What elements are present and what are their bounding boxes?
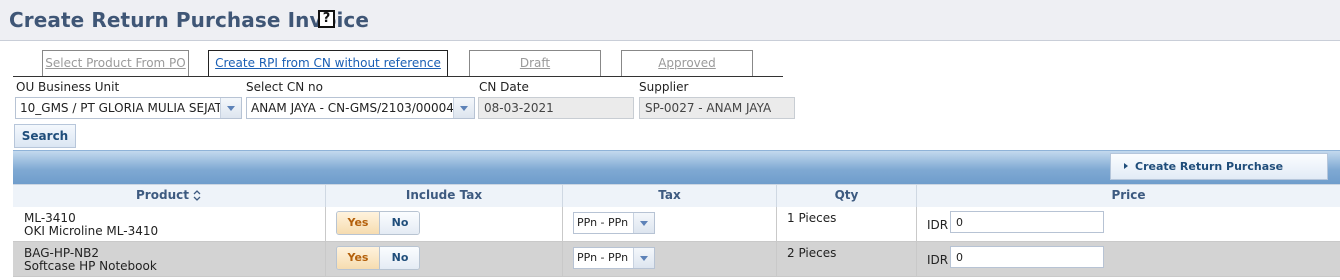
table-header: Product Include Tax Tax Qty Price xyxy=(13,184,1340,208)
price-input[interactable] xyxy=(950,211,1104,233)
page-header: Create Return Purchase Invoice ? xyxy=(0,0,1340,41)
search-button[interactable]: Search xyxy=(14,124,76,148)
cn-value: ANAM JAYA - CN-GMS/2103/00004 xyxy=(251,101,454,115)
include-tax-toggle[interactable]: Yes No xyxy=(336,246,420,270)
column-header-product[interactable]: Product xyxy=(13,185,326,207)
tabs-divider xyxy=(13,76,783,77)
tax-value: PPn - PPn xyxy=(577,216,629,229)
include-tax-cell: Yes No xyxy=(326,242,563,276)
cn-date-field: 08-03-2021 xyxy=(478,97,634,119)
qty-value: 1 Pieces xyxy=(787,211,837,225)
product-cell: BAG-HP-NB2 Softcase HP Notebook xyxy=(13,242,326,276)
tax-value: PPn - PPn xyxy=(577,251,629,264)
table-row: ML-3410 OKI Microline ML-3410 Yes No PPn… xyxy=(13,207,1340,242)
supplier-field: SP-0027 - ANAM JAYA xyxy=(639,97,795,119)
currency-label: IDR xyxy=(927,253,949,267)
include-tax-cell: Yes No xyxy=(326,207,563,241)
page-title: Create Return Purchase Invoice xyxy=(9,8,370,32)
qty-cell: 2 Pieces xyxy=(777,242,917,276)
currency-label: IDR xyxy=(927,218,949,232)
tax-select[interactable]: PPn - PPn xyxy=(573,212,655,234)
help-icon[interactable]: ? xyxy=(318,10,335,28)
include-tax-toggle[interactable]: Yes No xyxy=(336,211,420,235)
tax-cell: PPn - PPn xyxy=(563,242,777,276)
price-input[interactable] xyxy=(950,246,1104,268)
cn-date-label: CN Date xyxy=(479,80,529,94)
product-code: BAG-HP-NB2 xyxy=(24,246,100,260)
price-cell: IDR xyxy=(917,242,1340,276)
product-name: OKI Microline ML-3410 xyxy=(24,224,159,238)
sort-icon[interactable] xyxy=(192,189,202,201)
supplier-label: Supplier xyxy=(639,80,689,94)
cn-label: Select CN no xyxy=(246,80,323,94)
column-header-tax: Tax xyxy=(563,185,777,207)
product-header-label: Product xyxy=(136,188,189,202)
column-header-price: Price xyxy=(1111,188,1146,202)
qty-value: 2 Pieces xyxy=(787,246,837,260)
product-code: ML-3410 xyxy=(24,211,76,225)
chevron-down-icon[interactable] xyxy=(220,98,241,118)
include-tax-yes-button[interactable]: Yes xyxy=(337,212,380,234)
chevron-down-icon[interactable] xyxy=(453,98,474,118)
tab-create-rpi-from-cn[interactable]: Create RPI from CN without reference xyxy=(208,50,448,77)
column-header-include-tax: Include Tax xyxy=(326,185,563,207)
chevron-down-icon[interactable] xyxy=(633,248,654,268)
ou-business-unit-select[interactable]: 10_GMS / PT GLORIA MULIA SEJATI xyxy=(15,97,242,119)
tab-draft[interactable]: Draft xyxy=(469,50,601,76)
tax-cell: PPn - PPn xyxy=(563,207,777,241)
qty-cell: 1 Pieces xyxy=(777,207,917,241)
product-name: Softcase HP Notebook xyxy=(24,259,157,273)
column-header-qty: Qty xyxy=(777,185,917,207)
cn-no-select[interactable]: ANAM JAYA - CN-GMS/2103/00004 xyxy=(246,97,475,119)
chevron-down-icon[interactable] xyxy=(633,213,654,233)
tab-approved[interactable]: Approved xyxy=(621,50,753,76)
create-return-purchase-invoice-button[interactable]: Create Return Purchase Invoice xyxy=(1110,153,1328,198)
caret-right-icon xyxy=(1124,163,1128,169)
ou-value: 10_GMS / PT GLORIA MULIA SEJATI xyxy=(20,101,226,115)
ou-label: OU Business Unit xyxy=(16,80,120,94)
include-tax-no-button[interactable]: No xyxy=(380,247,419,269)
product-cell: ML-3410 OKI Microline ML-3410 xyxy=(13,207,326,241)
table-row: BAG-HP-NB2 Softcase HP Notebook Yes No P… xyxy=(13,242,1340,277)
tab-select-product-from-po[interactable]: Select Product From PO xyxy=(42,50,189,76)
include-tax-yes-button[interactable]: Yes xyxy=(337,247,380,269)
price-cell: IDR xyxy=(917,207,1340,241)
tax-select[interactable]: PPn - PPn xyxy=(573,247,655,269)
include-tax-no-button[interactable]: No xyxy=(380,212,419,234)
